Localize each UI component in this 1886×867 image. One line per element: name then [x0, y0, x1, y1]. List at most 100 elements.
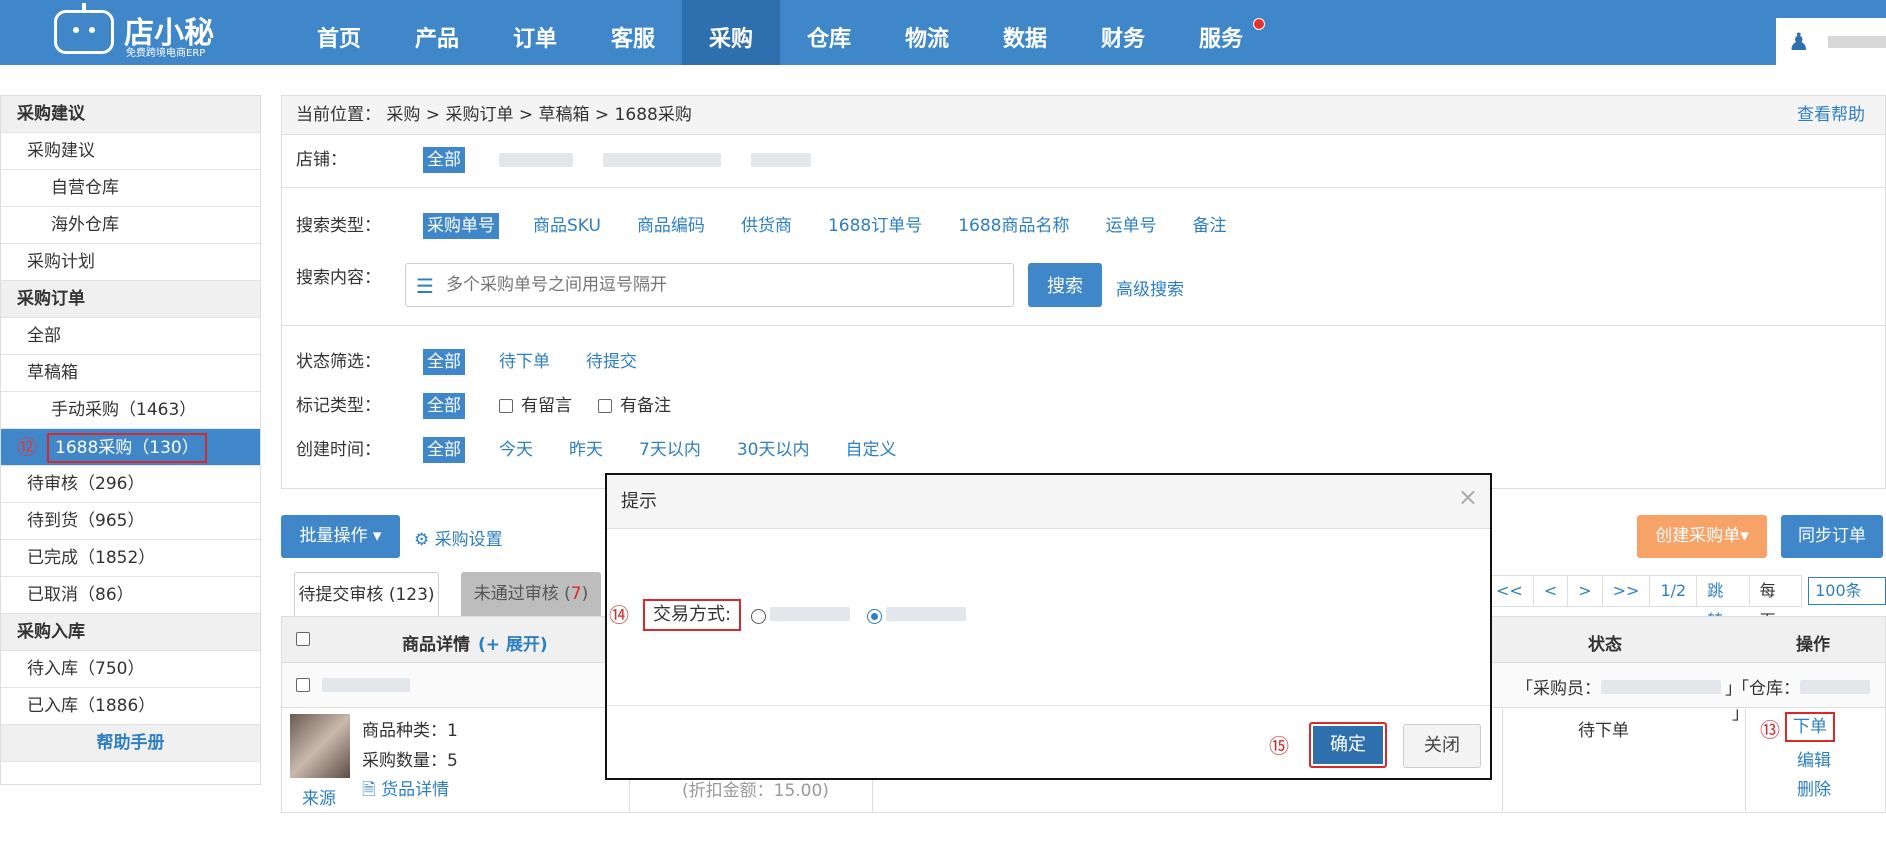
- sidebar-item-overseas-warehouse[interactable]: 海外仓库: [1, 207, 260, 244]
- sidebar-item-plan[interactable]: 采购计划: [1, 244, 260, 281]
- sidebar-item-manual[interactable]: 手动采购（1463）: [1, 392, 260, 429]
- pager-jump[interactable]: 跳转: [1696, 575, 1750, 630]
- shop-option-blurred[interactable]: [603, 153, 721, 167]
- sidebar-item-all[interactable]: 全部: [1, 318, 260, 355]
- time-custom[interactable]: 自定义: [845, 435, 896, 465]
- search-type-code[interactable]: 商品编码: [637, 211, 705, 241]
- create-po-button[interactable]: 创建采购单▾: [1637, 515, 1767, 558]
- search-type-po-number[interactable]: 采购单号: [423, 213, 499, 239]
- batch-operations-button[interactable]: 批量操作 ▾: [281, 515, 400, 558]
- sidebar-item-completed[interactable]: 已完成（1852）: [1, 540, 260, 577]
- pagination: << < > >> 1/2 跳转 每页 100条 ⌄: [1485, 575, 1886, 630]
- radio-button-selected[interactable]: [867, 608, 882, 624]
- status-all[interactable]: 全部: [423, 349, 465, 375]
- status-to-submit[interactable]: 待提交: [586, 347, 637, 377]
- per-page-label: 每页: [1748, 575, 1803, 630]
- search-button[interactable]: 搜索: [1028, 263, 1102, 307]
- mark-has-message[interactable]: 有留言: [499, 391, 572, 421]
- per-page-select[interactable]: 100条 ⌄: [1808, 577, 1886, 626]
- nav-product[interactable]: 产品: [388, 0, 486, 65]
- sidebar-item-inbounded[interactable]: 已入库（1886）: [1, 688, 260, 725]
- trade-option-2[interactable]: [867, 606, 996, 626]
- nav-purchase[interactable]: 采购: [682, 0, 780, 65]
- radio-button[interactable]: [751, 608, 766, 624]
- step-marker-12: ⑫: [17, 435, 37, 459]
- search-input[interactable]: [446, 272, 986, 298]
- advanced-search-link[interactable]: 高级搜索: [1116, 275, 1184, 300]
- pager-next[interactable]: >: [1567, 575, 1603, 607]
- search-type-sku[interactable]: 商品SKU: [533, 211, 601, 241]
- sidebar-item-1688[interactable]: ⑫ 1688采购（130）: [1, 429, 260, 466]
- sidebar-item-1688-label: 1688采购（130）: [47, 433, 207, 463]
- edit-link[interactable]: 编辑: [1797, 746, 1831, 771]
- sidebar-item-pending-inbound[interactable]: 待入库（750）: [1, 651, 260, 688]
- confirm-button[interactable]: 确定: [1309, 722, 1387, 768]
- nav-service[interactable]: 客服: [584, 0, 682, 65]
- search-type-waybill[interactable]: 运单号: [1105, 211, 1156, 241]
- search-type-1688-order[interactable]: 1688订单号: [828, 211, 922, 241]
- checkbox[interactable]: [598, 399, 612, 413]
- select-all-checkbox[interactable]: [296, 632, 310, 646]
- shop-all-option[interactable]: 全部: [423, 147, 465, 173]
- nav-order[interactable]: 订单: [486, 0, 584, 65]
- sidebar-item-pending-review[interactable]: 待审核（296）: [1, 466, 260, 503]
- sidebar-item-suggestion[interactable]: 采购建议: [1, 133, 260, 170]
- pager-first[interactable]: <<: [1485, 575, 1534, 607]
- sync-orders-button[interactable]: 同步订单: [1781, 515, 1883, 558]
- sidebar-item-cancelled[interactable]: 已取消（86）: [1, 577, 260, 614]
- view-help-link[interactable]: 查看帮助: [1797, 96, 1865, 134]
- close-button[interactable]: 关闭: [1403, 724, 1481, 768]
- shop-option-blurred[interactable]: [751, 153, 811, 167]
- expand-toggle[interactable]: (+ 展开): [478, 630, 548, 655]
- help-manual-link[interactable]: 帮助手册: [1, 725, 260, 762]
- nav-warehouse[interactable]: 仓库: [780, 0, 878, 65]
- sidebar-item-pending-arrival[interactable]: 待到货（965）: [1, 503, 260, 540]
- list-icon: ☰: [416, 274, 434, 298]
- search-type-row: 搜索类型： 采购单号 商品SKU 商品编码 供货商 1688订单号 1688商品…: [296, 211, 1262, 241]
- time-yesterday[interactable]: 昨天: [569, 435, 603, 465]
- nav-data[interactable]: 数据: [976, 0, 1074, 65]
- mark-all[interactable]: 全部: [423, 393, 465, 419]
- nav-logistics[interactable]: 物流: [878, 0, 976, 65]
- row-checkbox[interactable]: [296, 678, 310, 692]
- logo[interactable]: 店小秘 免费跨境电商ERP: [54, 3, 234, 59]
- user-menu[interactable]: ♟: [1776, 18, 1886, 65]
- sidebar-item-self-warehouse[interactable]: 自营仓库: [1, 170, 260, 207]
- delete-link[interactable]: 删除: [1797, 775, 1831, 800]
- nav-home[interactable]: 首页: [290, 0, 388, 65]
- mark-has-message-label: 有留言: [521, 396, 572, 416]
- shop-option-blurred[interactable]: [499, 153, 573, 167]
- mark-has-remark[interactable]: 有备注: [598, 391, 671, 421]
- checkbox[interactable]: [499, 399, 513, 413]
- nav-finance[interactable]: 财务: [1074, 0, 1172, 65]
- sidebar-item-drafts[interactable]: 草稿箱: [1, 355, 260, 392]
- goods-detail-link[interactable]: 🗎 货品详情: [362, 775, 449, 806]
- product-thumbnail[interactable]: [290, 714, 350, 778]
- nav-services[interactable]: 服务: [1172, 0, 1270, 65]
- search-type-1688-name[interactable]: 1688商品名称: [958, 211, 1069, 241]
- place-order-link[interactable]: 下单: [1785, 712, 1835, 742]
- time-7days[interactable]: 7天以内: [639, 435, 701, 465]
- breadcrumb-prefix: 当前位置：: [296, 105, 381, 125]
- mark-label: 标记类型：: [296, 396, 381, 416]
- tab-pending-submit[interactable]: 待提交审核 (123): [294, 572, 439, 616]
- trade-method-label: 交易方式:: [643, 599, 742, 631]
- source-link[interactable]: 来源: [302, 784, 336, 809]
- mark-has-remark-label: 有备注: [620, 396, 671, 416]
- pager-prev[interactable]: <: [1532, 575, 1569, 607]
- po-number-blurred: [322, 678, 410, 692]
- pager-last[interactable]: >>: [1601, 575, 1651, 607]
- search-type-supplier[interactable]: 供货商: [741, 211, 792, 241]
- time-all[interactable]: 全部: [423, 437, 465, 463]
- divider: [1502, 708, 1503, 813]
- status-to-order[interactable]: 待下单: [499, 347, 550, 377]
- purchase-settings-link[interactable]: ⚙ 采购设置: [414, 525, 503, 550]
- step-marker-15: ⑮: [1269, 734, 1289, 758]
- close-icon[interactable]: ×: [1458, 483, 1478, 511]
- buyer-blurred: [1601, 680, 1721, 694]
- tab-rejected[interactable]: 未通过审核 (7): [461, 572, 601, 616]
- search-type-remark[interactable]: 备注: [1192, 211, 1226, 241]
- time-30days[interactable]: 30天以内: [737, 435, 810, 465]
- time-today[interactable]: 今天: [499, 435, 533, 465]
- trade-option-1[interactable]: [751, 606, 880, 626]
